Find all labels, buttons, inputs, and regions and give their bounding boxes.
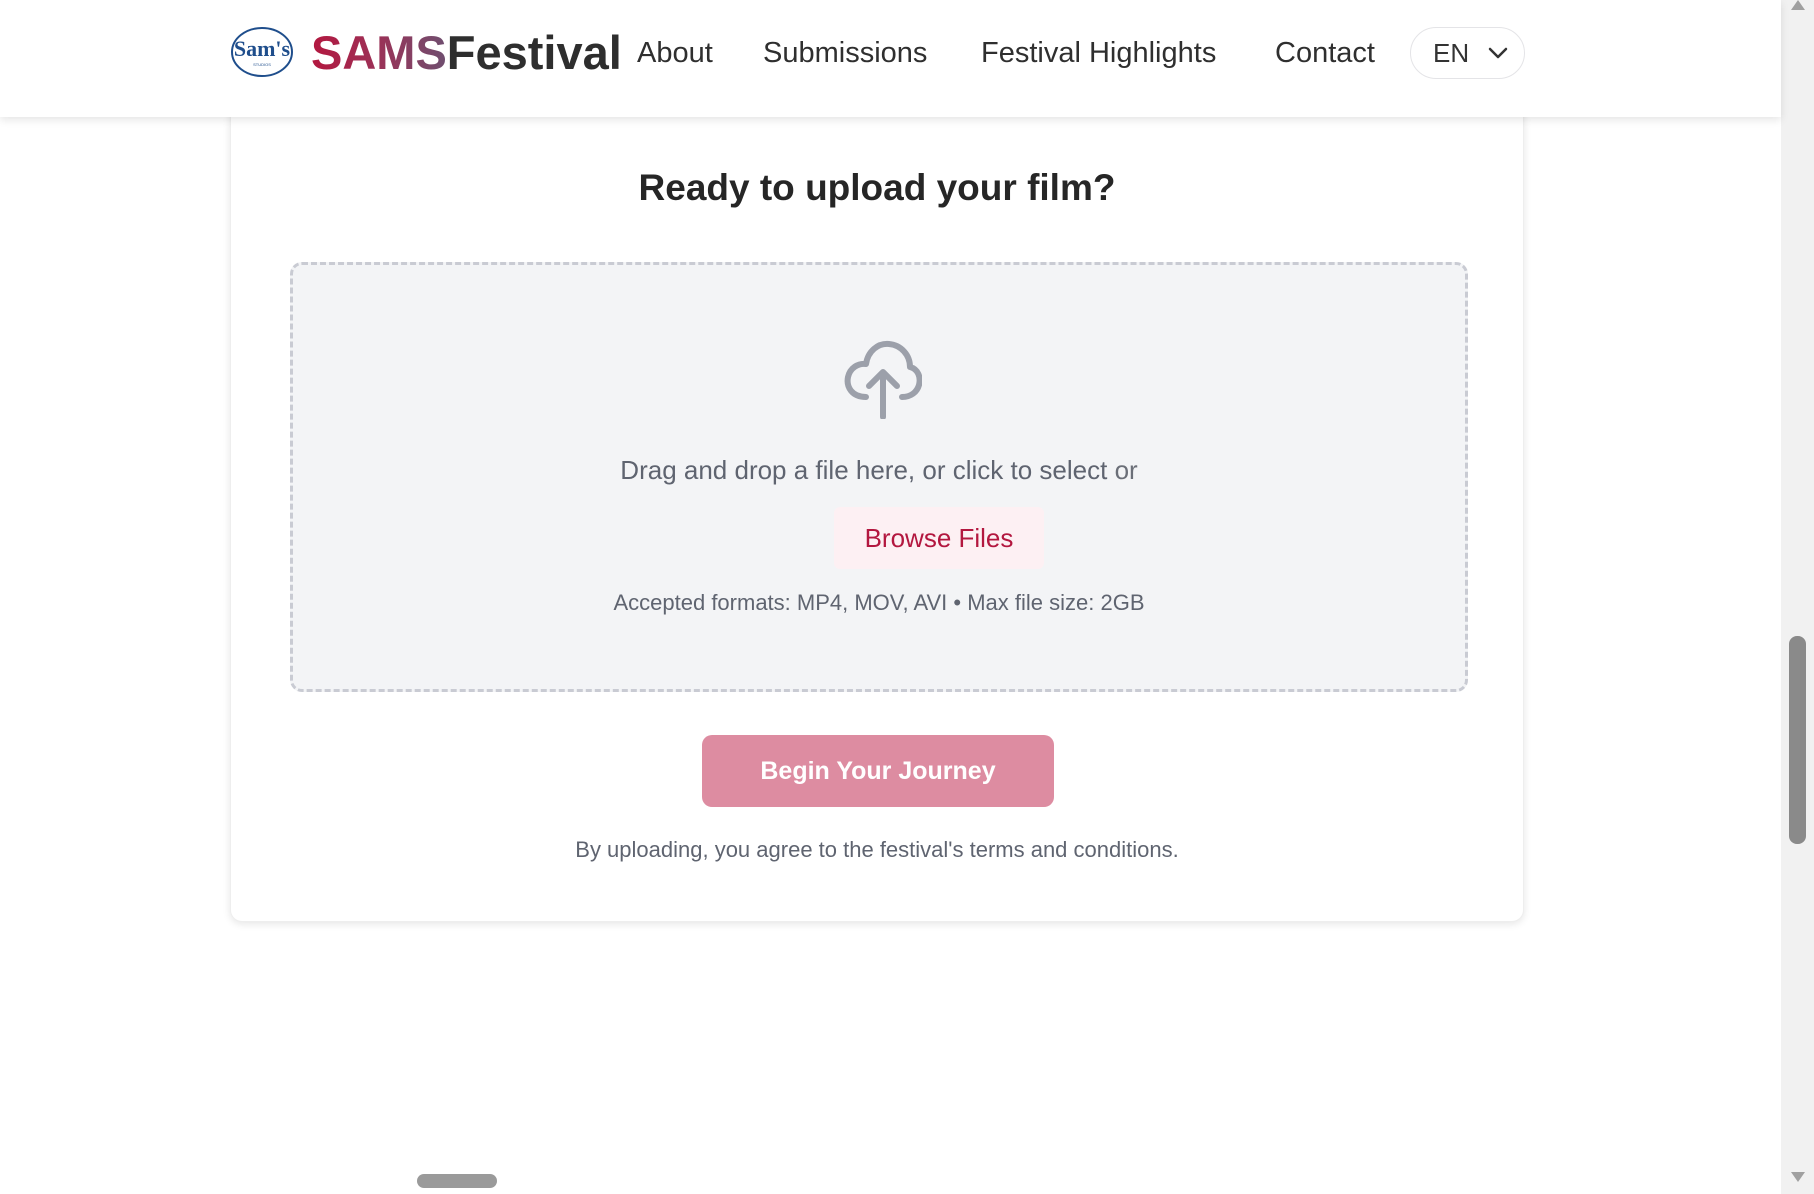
- dropzone-text: Drag and drop a file here, or click to s…: [620, 455, 1108, 485]
- page: Sam's STUDIOS SAMSFestival About Submiss…: [0, 0, 1814, 1194]
- site-header: Sam's STUDIOS SAMSFestival About Submiss…: [0, 0, 1781, 117]
- begin-journey-button[interactable]: Begin Your Journey: [702, 735, 1054, 807]
- sams-studios-logo[interactable]: Sam's STUDIOS: [226, 26, 298, 78]
- horizontal-scrollbar-thumb[interactable]: [417, 1174, 497, 1188]
- file-dropzone[interactable]: Drag and drop a file here, or click to s…: [290, 262, 1468, 692]
- nav-contact[interactable]: Contact: [1275, 30, 1375, 76]
- language-label: EN: [1433, 38, 1470, 68]
- browse-files-button[interactable]: Browse Files: [834, 507, 1044, 569]
- nav-about[interactable]: About: [637, 30, 713, 76]
- cloud-upload-icon: [844, 340, 922, 419]
- language-selector[interactable]: EN: [1410, 27, 1525, 79]
- logo-mark-text: Sam's: [234, 36, 291, 61]
- scroll-down-arrow-icon[interactable]: [1791, 1172, 1805, 1182]
- chevron-down-icon: [1488, 47, 1508, 59]
- site-logo-text[interactable]: SAMSFestival: [311, 26, 622, 80]
- upload-title: Ready to upload your film?: [638, 167, 1116, 208]
- logo-mark-subtext: STUDIOS: [253, 62, 271, 67]
- logo-sams: SAMS: [311, 26, 447, 79]
- nav-festival-highlights[interactable]: Festival Highlights: [981, 30, 1216, 76]
- accepted-formats-text: Accepted formats: MP4, MOV, AVI • Max fi…: [613, 590, 1145, 615]
- nav-submissions[interactable]: Submissions: [763, 30, 927, 76]
- scroll-up-arrow-icon[interactable]: [1791, 0, 1805, 10]
- logo-festival: Festival: [446, 26, 622, 79]
- upload-card: Ready to upload your film? Drag and drop…: [230, 60, 1524, 922]
- vertical-scrollbar[interactable]: [1781, 0, 1814, 1194]
- dropzone-or: or: [1114, 455, 1138, 485]
- terms-notice: By uploading, you agree to the festival'…: [575, 837, 1179, 862]
- dropzone-instructions: Drag and drop a file here, or click to s…: [293, 455, 1465, 486]
- vertical-scrollbar-thumb[interactable]: [1789, 636, 1806, 844]
